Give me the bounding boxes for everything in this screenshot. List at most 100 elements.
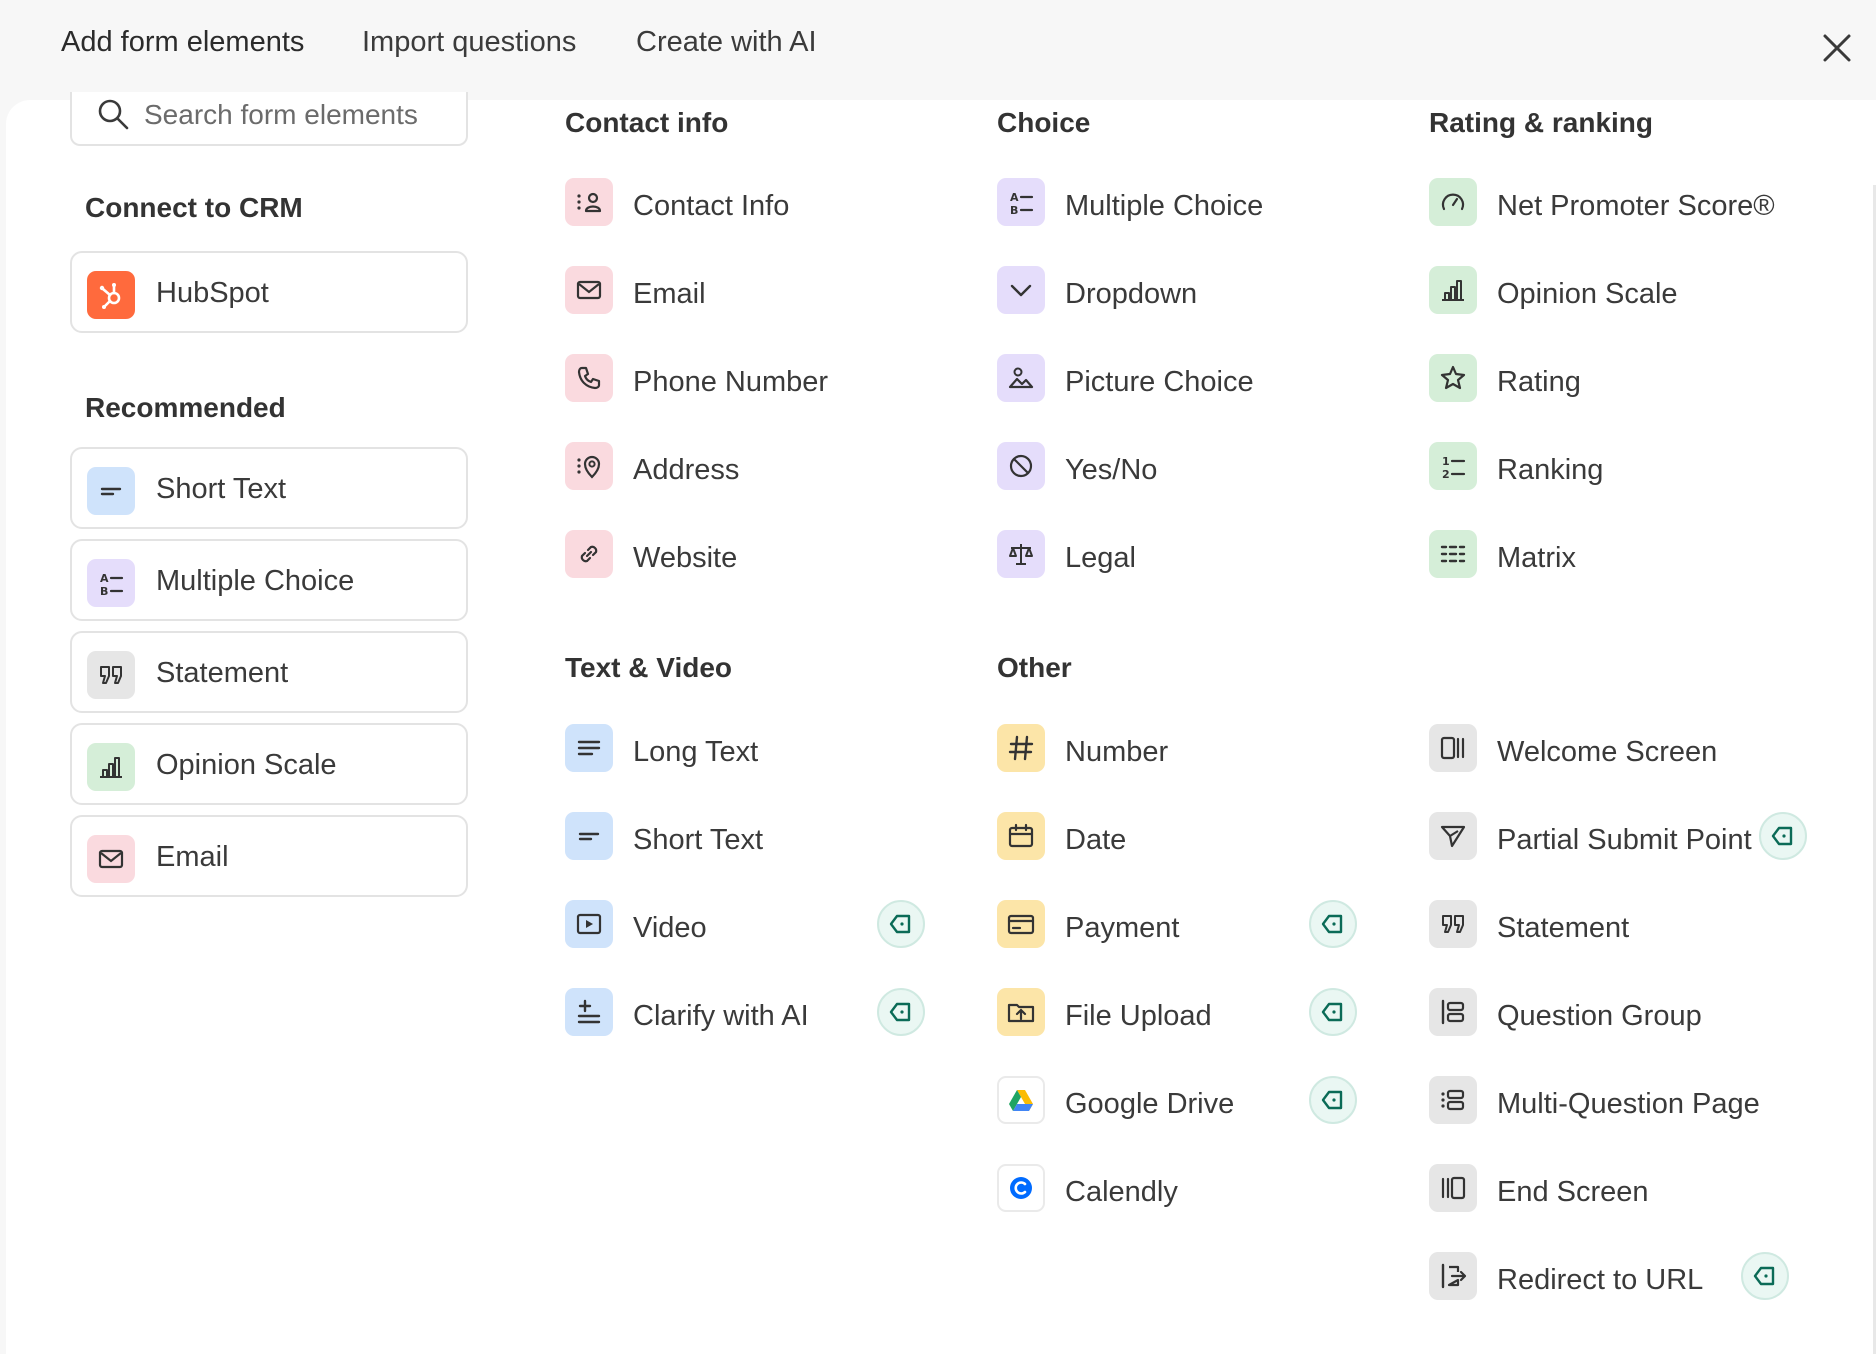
text-video-title: Text & Video [565,652,733,683]
element-label: Multiple Choice [1065,190,1264,222]
element-label: Partial Submit Point [1497,824,1752,856]
element-label: Clarify with AI [633,1000,809,1032]
recommended-short-text[interactable]: Short Text [70,447,468,529]
hubspot-card[interactable]: HubSpot [70,251,468,333]
element-label: Contact Info [633,190,790,222]
recommended-email[interactable]: Email [70,815,468,897]
calendar-icon [997,812,1045,860]
top-bar: Add form elements Import questions Creat… [0,0,1876,100]
multiple-choice-icon: AB [87,559,135,607]
recommended-label: Multiple Choice [156,565,355,597]
svg-text:1: 1 [1442,455,1450,468]
question-group-icon [1429,988,1477,1036]
element-label: Opinion Scale [1497,278,1678,310]
close-icon [1823,34,1851,62]
diamond-icon [889,914,911,934]
tab-add-form-elements[interactable]: Add form elements [61,26,304,59]
element-label: Ranking [1497,454,1604,486]
element-label: Calendly [1065,1176,1178,1208]
element-label: Legal [1065,542,1136,574]
svg-text:A: A [1010,191,1019,204]
recommended-label: Opinion Scale [156,749,337,781]
element-label: Redirect to URL [1497,1264,1704,1296]
element-label: Phone Number [633,366,829,398]
element-label: Date [1065,824,1127,856]
diamond-icon [1321,1090,1343,1110]
premium-badge [877,988,925,1036]
end-screen-icon [1429,1164,1477,1212]
element-label: Dropdown [1065,278,1198,310]
credit-card-icon [997,900,1045,948]
recommended-label: Statement [156,657,289,689]
svg-text:2: 2 [1442,468,1450,481]
star-icon [1429,354,1477,402]
element-label: Welcome Screen [1497,736,1718,768]
bar-chart-icon [1429,266,1477,314]
matrix-icon [1429,530,1477,578]
recommended-title: Recommended [85,392,286,423]
close-button[interactable] [1815,26,1859,70]
bar-chart-icon [87,743,135,791]
recommended-label: Email [156,841,229,873]
svg-text:A: A [100,572,109,585]
hubspot-icon [87,271,135,319]
phone-icon [565,354,613,402]
gauge-icon [1429,178,1477,226]
element-label: Website [633,542,738,574]
element-label: Address [633,454,740,486]
multiple-choice-icon: AB [997,178,1045,226]
diamond-icon [1771,826,1793,846]
long-text-icon [565,724,613,772]
tab-import-questions[interactable]: Import questions [362,26,576,59]
welcome-screen-icon [1429,724,1477,772]
element-label: Long Text [633,736,759,768]
quote-icon [1429,900,1477,948]
contact-info-title: Contact info [565,107,729,138]
element-label: Number [1065,736,1169,768]
connect-crm-title: Connect to CRM [85,192,303,223]
premium-badge [877,900,925,948]
multi-question-icon [1429,1076,1477,1124]
element-label: Statement [1497,912,1630,944]
scales-icon [997,530,1045,578]
choice-title: Choice [997,107,1091,138]
redirect-icon [1429,1252,1477,1300]
search-icon [98,99,129,130]
element-label: Net Promoter Score® [1497,190,1775,222]
google-drive-icon [997,1076,1045,1124]
rating-ranking-title: Rating & ranking [1429,107,1654,138]
yes-no-icon [997,442,1045,490]
element-label: Payment [1065,912,1180,944]
search-placeholder: Search form elements [144,99,418,130]
folder-upload-icon [997,988,1045,1036]
recommended-label: Short Text [156,473,287,505]
diamond-icon [1321,914,1343,934]
tab-create-with-ai[interactable]: Create with AI [636,26,817,59]
element-label: Rating [1497,366,1581,398]
envelope-icon [87,835,135,883]
hash-icon [997,724,1045,772]
send-icon [1429,812,1477,860]
premium-badge [1759,812,1807,860]
diamond-icon [1321,1002,1343,1022]
calendly-icon [997,1164,1045,1212]
element-label: Yes/No [1065,454,1158,486]
recommended-opinion-scale[interactable]: Opinion Scale [70,723,468,805]
svg-text:B: B [100,585,108,598]
short-text-icon [87,467,135,515]
envelope-icon [565,266,613,314]
recommended-statement[interactable]: Statement [70,631,468,713]
other-title: Other [997,652,1072,683]
diamond-icon [1753,1266,1775,1286]
video-icon [565,900,613,948]
premium-badge [1741,1252,1789,1300]
premium-badge [1309,988,1357,1036]
picture-icon [997,354,1045,402]
search-input[interactable]: Search form elements [70,92,468,146]
link-icon [565,530,613,578]
element-label: Short Text [633,824,764,856]
ai-sparkle-icon [565,988,613,1036]
recommended-multiple-choice[interactable]: AB Multiple Choice [70,539,468,621]
element-label: Multi-Question Page [1497,1088,1760,1120]
element-label: Video [633,912,707,944]
